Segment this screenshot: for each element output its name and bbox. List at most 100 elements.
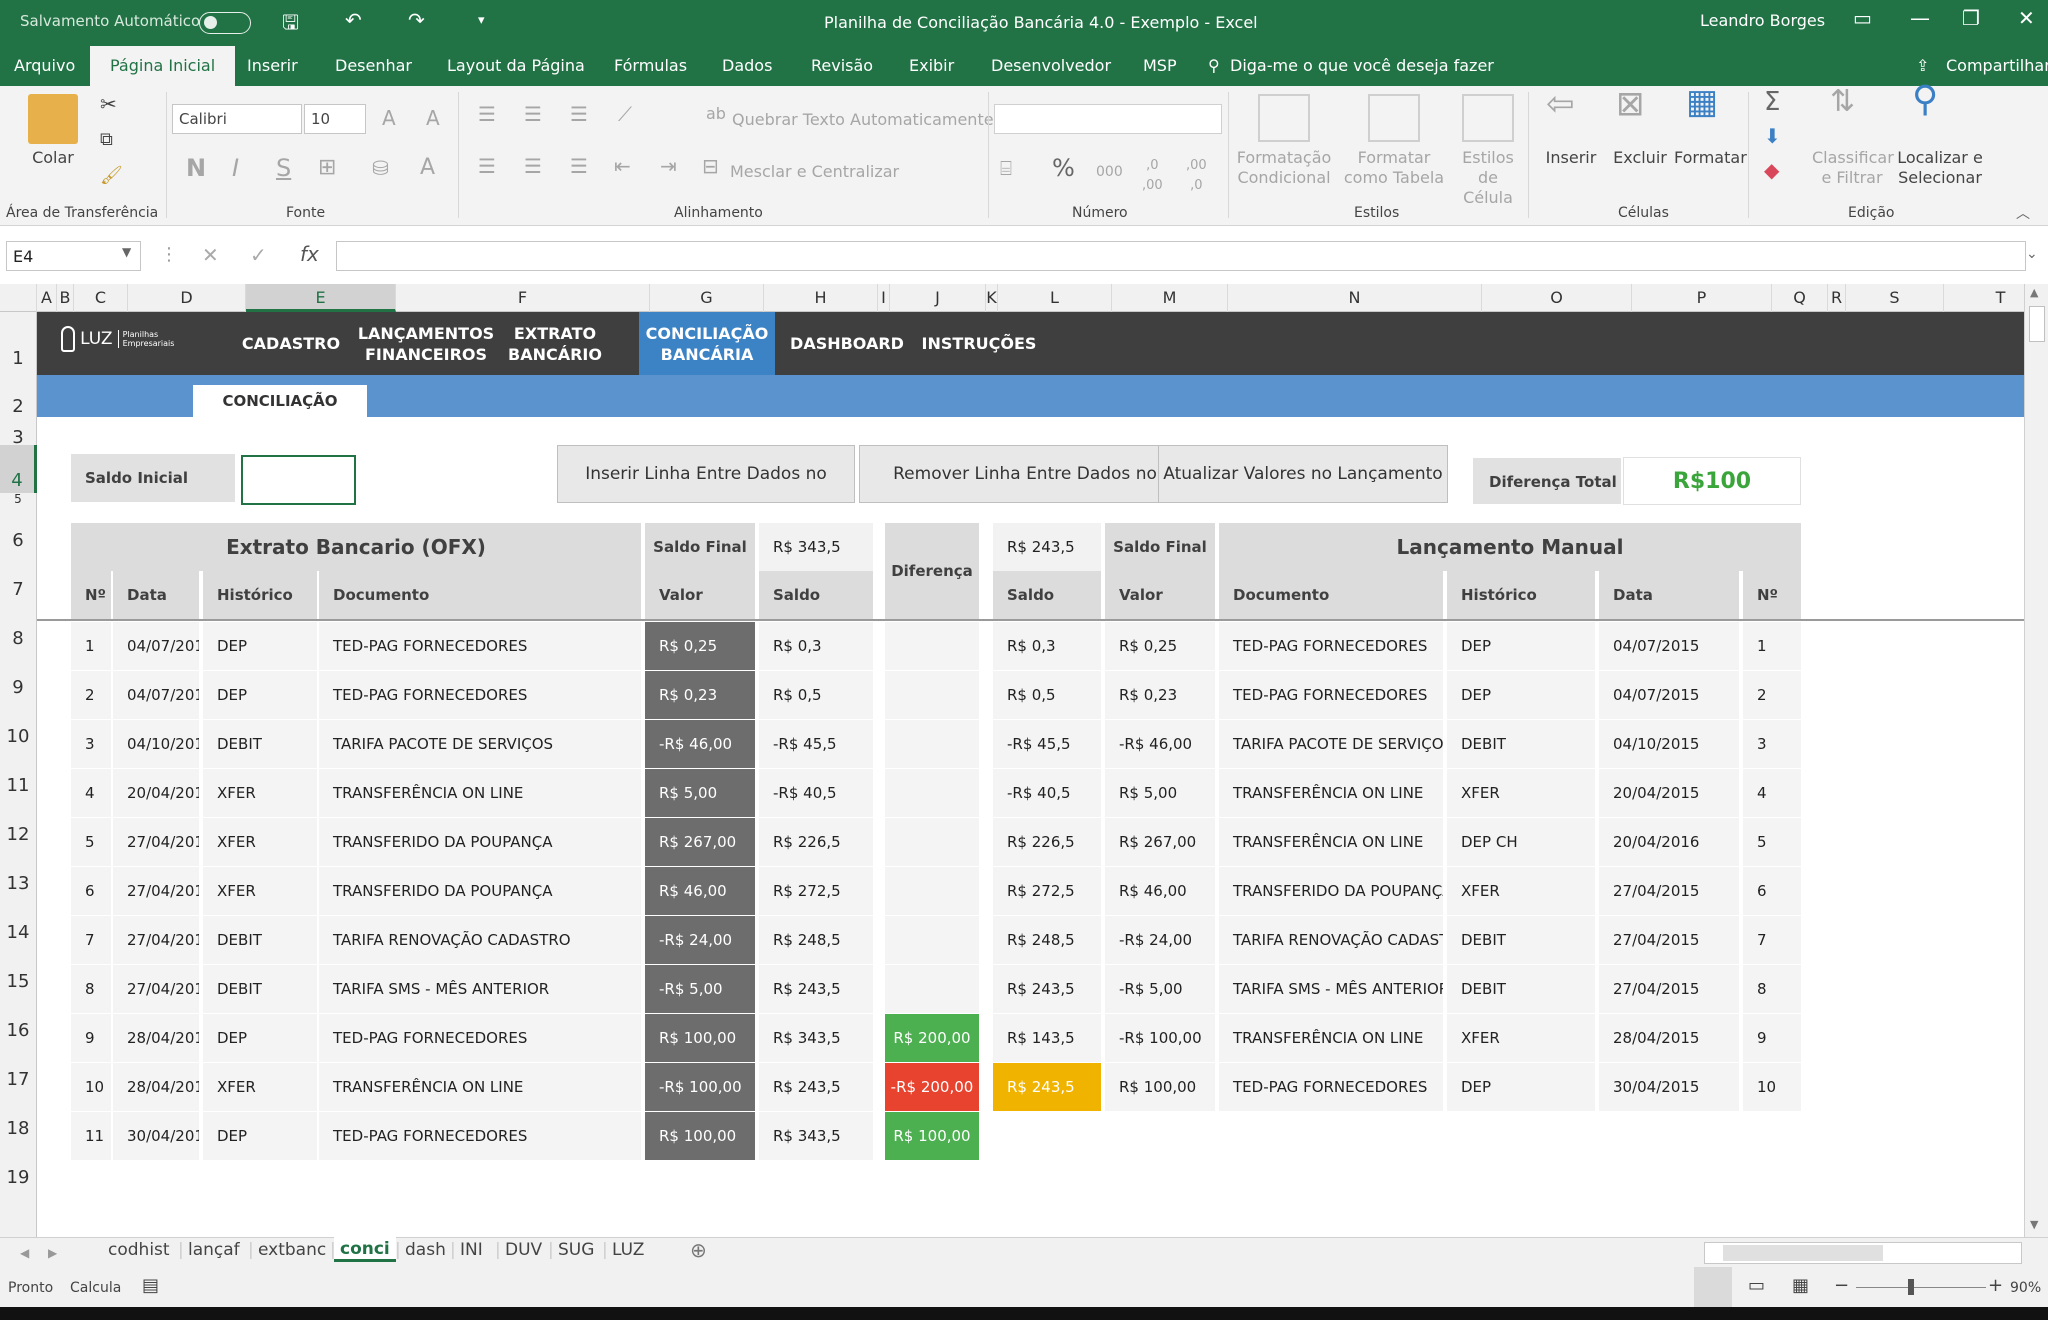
sheet-tab-sug[interactable]: SUG: [558, 1240, 594, 1260]
zoom-thumb[interactable]: [1908, 1279, 1914, 1295]
decrease-decimal-icon[interactable]: ,00,0: [1186, 156, 1207, 196]
minimize-icon[interactable]: —: [1910, 6, 1930, 30]
align-left-icon[interactable]: ☰: [478, 156, 496, 176]
tab-pagina-inicial[interactable]: Página Inicial: [90, 46, 236, 86]
column-header-m[interactable]: M: [1112, 284, 1228, 312]
nav-conciliacao[interactable]: CONCILIAÇÃO BANCÁRIA: [639, 312, 775, 375]
column-header-a[interactable]: A: [37, 284, 57, 312]
sheet-tab-conci[interactable]: conci: [334, 1237, 396, 1262]
restore-icon[interactable]: ❐: [1962, 6, 1980, 30]
vertical-scrollbar[interactable]: ▲ ▼: [2024, 284, 2048, 1237]
row-header[interactable]: 18: [0, 1092, 37, 1141]
paste-button[interactable]: Colar: [24, 148, 82, 168]
select-all-corner[interactable]: [0, 284, 37, 312]
prev-sheet-icon[interactable]: ◀: [20, 1246, 29, 1260]
tab-arquivo[interactable]: Arquivo: [14, 56, 75, 75]
column-header-f[interactable]: F: [396, 284, 650, 312]
cell-styles-button[interactable]: Estilos de Célula: [1452, 148, 1524, 208]
horizontal-scrollbar[interactable]: [1704, 1242, 2022, 1264]
zoom-in-icon[interactable]: +: [1988, 1275, 2003, 1296]
grow-font-icon[interactable]: A: [382, 108, 396, 128]
name-box[interactable]: E4: [6, 241, 141, 271]
align-top-icon[interactable]: ☰: [478, 104, 496, 124]
page-break-icon[interactable]: ▦: [1792, 1275, 1809, 1296]
next-sheet-icon[interactable]: ▶: [48, 1246, 57, 1260]
column-header-q[interactable]: Q: [1772, 284, 1828, 312]
zoom-out-icon[interactable]: −: [1834, 1275, 1849, 1296]
tab-msp[interactable]: MSP: [1143, 56, 1177, 75]
scroll-down-icon[interactable]: ▼: [2030, 1218, 2038, 1231]
tab-desenvolvedor[interactable]: Desenvolvedor: [991, 56, 1111, 75]
row-header[interactable]: 6: [0, 505, 37, 553]
column-header-i[interactable]: I: [878, 284, 890, 312]
font-name-select[interactable]: Calibri: [172, 104, 302, 134]
tab-desenhar[interactable]: Desenhar: [335, 56, 412, 75]
enter-icon[interactable]: ✓: [250, 243, 267, 267]
insert-cells-button[interactable]: Inserir: [1544, 148, 1598, 168]
page-layout-icon[interactable]: ▭: [1748, 1275, 1765, 1296]
sort-filter-icon[interactable]: ⇅: [1830, 87, 1855, 117]
copy-icon[interactable]: ⧉: [100, 130, 113, 150]
tab-conciliacao[interactable]: CONCILIAÇÃO: [193, 385, 367, 417]
worksheet[interactable]: LUZ Planilhas Empresariais CADASTRO LANÇ…: [37, 312, 2024, 1237]
sheet-tab-duv[interactable]: DUV: [505, 1240, 542, 1260]
row-header[interactable]: 4: [0, 445, 37, 493]
row-header[interactable]: 1: [0, 312, 37, 375]
format-painter-icon[interactable]: 🖌: [100, 166, 123, 186]
column-header-o[interactable]: O: [1482, 284, 1632, 312]
row-header[interactable]: 5: [0, 493, 37, 505]
collapse-ribbon-icon[interactable]: ︿: [2016, 204, 2030, 224]
thousands-icon[interactable]: 000: [1096, 162, 1123, 182]
delete-cells-icon[interactable]: ⊠: [1616, 87, 1645, 121]
macro-record-icon[interactable]: ▤: [142, 1275, 159, 1296]
fill-icon[interactable]: ⬇: [1764, 126, 1781, 146]
underline-icon[interactable]: S: [276, 156, 291, 180]
nav-instrucoes[interactable]: INSTRUÇÕES: [919, 312, 1039, 375]
increase-decimal-icon[interactable]: ,0,00: [1142, 156, 1163, 196]
align-right-icon[interactable]: ☰: [570, 156, 588, 176]
scroll-thumb[interactable]: [2029, 306, 2045, 342]
sheet-tab-codhist[interactable]: codhist: [108, 1240, 170, 1260]
column-header-d[interactable]: D: [128, 284, 246, 312]
find-select-button[interactable]: Localizar e Selecionar: [1892, 148, 1988, 188]
cut-icon[interactable]: ✂: [100, 94, 117, 114]
share-icon[interactable]: ⇪: [1916, 56, 1929, 75]
sort-filter-button[interactable]: Classificar e Filtrar: [1812, 148, 1894, 188]
row-header[interactable]: 19: [0, 1141, 37, 1190]
format-table-button[interactable]: Formatar como Tabela: [1336, 148, 1452, 188]
row-header[interactable]: 3: [0, 417, 37, 448]
shrink-font-icon[interactable]: A: [426, 108, 440, 128]
tell-me-search[interactable]: Diga-me o que você deseja fazer: [1230, 56, 1494, 75]
row-header[interactable]: 14: [0, 896, 37, 945]
column-header-j[interactable]: J: [890, 284, 986, 312]
column-header-b[interactable]: B: [57, 284, 74, 312]
nav-lancamentos[interactable]: LANÇAMENTOS FINANCEIROS: [358, 312, 494, 375]
decrease-indent-icon[interactable]: ⇤: [614, 156, 631, 176]
borders-icon[interactable]: ⊞: [318, 157, 336, 179]
tab-dados[interactable]: Dados: [722, 56, 772, 75]
align-middle-icon[interactable]: ☰: [524, 104, 542, 124]
sheet-tab-lanaf[interactable]: lançaf: [188, 1240, 240, 1260]
autosum-icon[interactable]: Σ: [1764, 89, 1780, 115]
row-header[interactable]: 11: [0, 749, 37, 798]
row-header[interactable]: 7: [0, 553, 37, 602]
row-header[interactable]: 2: [0, 375, 37, 417]
undo-icon[interactable]: ↶: [345, 8, 362, 32]
name-box-dropdown-icon[interactable]: ▼: [122, 245, 131, 259]
number-format-select[interactable]: [994, 104, 1222, 134]
share-button[interactable]: Compartilhar: [1946, 56, 2048, 75]
percent-icon[interactable]: %: [1052, 156, 1075, 180]
autosave-toggle[interactable]: [199, 12, 251, 34]
update-values-button[interactable]: Atualizar Valores no Lançamento: [1158, 445, 1448, 503]
delete-cells-button[interactable]: Excluir: [1612, 148, 1668, 168]
column-header-h[interactable]: H: [764, 284, 878, 312]
tab-formulas[interactable]: Fórmulas: [614, 56, 687, 75]
scroll-up-icon[interactable]: ▲: [2030, 286, 2038, 299]
insert-row-button[interactable]: Inserir Linha Entre Dados no: [557, 445, 855, 503]
save-icon[interactable]: 🖫: [282, 8, 299, 42]
format-table-icon[interactable]: [1368, 94, 1420, 142]
fill-color-icon[interactable]: ⛁: [372, 158, 389, 178]
wrap-text-icon[interactable]: ab: [706, 104, 726, 124]
h-scroll-thumb[interactable]: [1723, 1245, 1883, 1261]
redo-icon[interactable]: ↷: [408, 8, 425, 32]
